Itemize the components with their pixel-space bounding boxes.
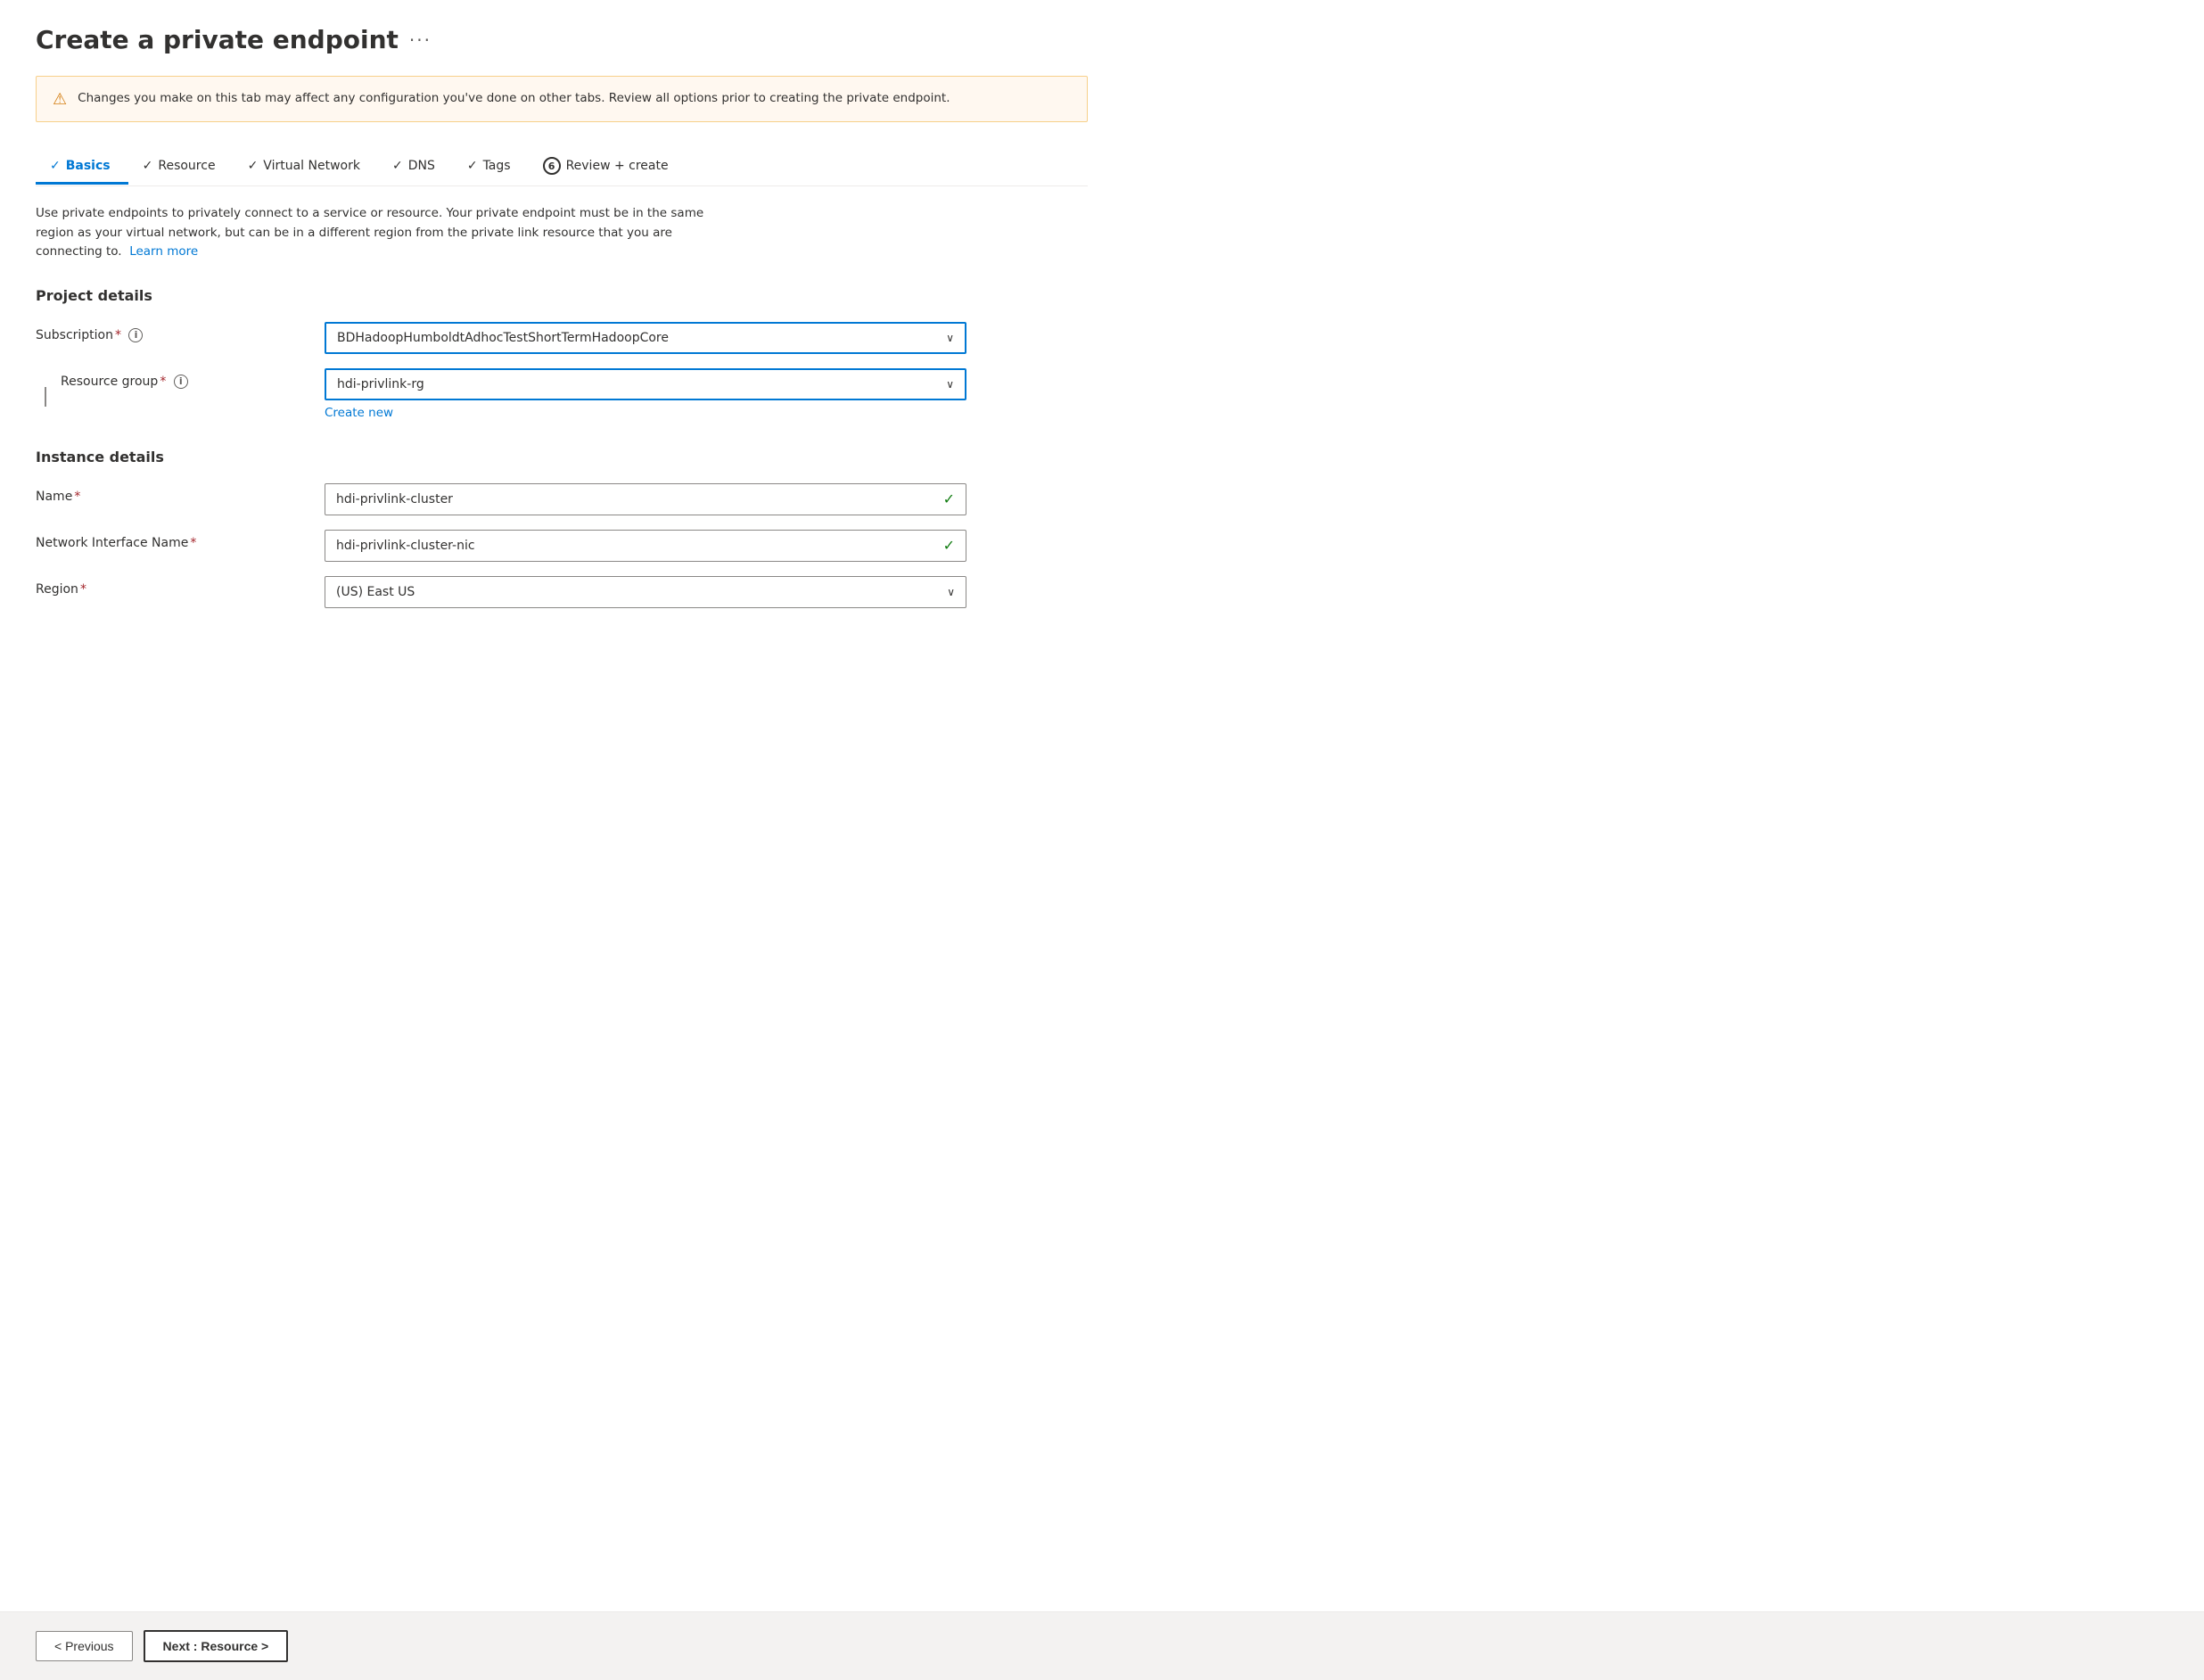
name-row: Name* hdi-privlink-cluster ✓	[36, 483, 1088, 515]
subscription-row: Subscription* i BDHadoopHumboldtAdhocTes…	[36, 322, 1088, 354]
subscription-input-col: BDHadoopHumboldtAdhocTestShortTermHadoop…	[325, 322, 966, 354]
subscription-dropdown-arrow: ∨	[946, 332, 954, 344]
resource-group-label-col: Resource group* i	[36, 368, 303, 407]
page-title: Create a private endpoint	[36, 25, 399, 54]
name-valid-icon: ✓	[943, 490, 955, 507]
tab-tags-label: Tags	[483, 159, 511, 173]
subscription-value: BDHadoopHumboldtAdhocTestShortTermHadoop…	[337, 331, 669, 345]
nic-valid-icon: ✓	[943, 537, 955, 554]
previous-button[interactable]: < Previous	[36, 1631, 133, 1661]
subscription-required: *	[115, 328, 121, 342]
ellipsis-menu-icon[interactable]: ···	[409, 29, 432, 51]
nic-name-row: Network Interface Name* hdi-privlink-clu…	[36, 530, 1088, 562]
tab-vnet-label: Virtual Network	[263, 159, 360, 173]
region-required: *	[80, 582, 86, 597]
project-details-header: Project details	[36, 287, 1088, 304]
resource-group-label: Resource group* i	[61, 375, 188, 389]
warning-text: Changes you make on this tab may affect …	[78, 89, 950, 107]
resource-group-dropdown[interactable]: hdi-privlink-rg ∨	[325, 368, 966, 400]
tab-review-create[interactable]: 6 Review + create	[529, 148, 687, 186]
nic-name-value: hdi-privlink-cluster-nic	[336, 539, 475, 553]
tab-basics-label: Basics	[66, 159, 111, 173]
tab-resource-label: Resource	[158, 159, 215, 173]
warning-icon: ⚠	[53, 90, 67, 109]
resource-group-input-col: hdi-privlink-rg ∨ Create new	[325, 368, 966, 420]
name-label: Name*	[36, 483, 303, 504]
region-label: Region*	[36, 576, 303, 597]
create-new-link[interactable]: Create new	[325, 406, 393, 420]
learn-more-link[interactable]: Learn more	[129, 244, 198, 259]
bottom-nav: < Previous Next : Resource >	[0, 1611, 2204, 1680]
tab-review-label: Review + create	[566, 159, 669, 173]
instance-details-section: Instance details Name* hdi-privlink-clus…	[36, 449, 1088, 608]
tab-dns-label: DNS	[408, 159, 435, 173]
warning-banner: ⚠ Changes you make on this tab may affec…	[36, 76, 1088, 122]
nic-name-input-col: hdi-privlink-cluster-nic ✓	[325, 530, 966, 562]
region-input-col: (US) East US ∨	[325, 576, 966, 608]
next-button[interactable]: Next : Resource >	[144, 1630, 289, 1662]
tab-virtual-network[interactable]: ✓ Virtual Network	[234, 150, 378, 185]
tab-vnet-check: ✓	[248, 159, 259, 173]
name-required: *	[74, 490, 80, 504]
tab-tags-check: ✓	[467, 159, 478, 173]
name-input[interactable]: hdi-privlink-cluster ✓	[325, 483, 966, 515]
tabs-row: ✓ Basics ✓ Resource ✓ Virtual Network ✓ …	[36, 147, 1088, 186]
region-value: (US) East US	[336, 585, 415, 599]
tab-dns[interactable]: ✓ DNS	[378, 150, 453, 185]
rg-dropdown-arrow: ∨	[946, 378, 954, 391]
nic-name-input[interactable]: hdi-privlink-cluster-nic ✓	[325, 530, 966, 562]
tab-review-circle: 6	[543, 157, 561, 175]
project-details-section: Project details Subscription* i BDHadoop…	[36, 287, 1088, 420]
region-dropdown[interactable]: (US) East US ∨	[325, 576, 966, 608]
name-input-col: hdi-privlink-cluster ✓	[325, 483, 966, 515]
tab-tags[interactable]: ✓ Tags	[453, 150, 529, 185]
tab-basics-check: ✓	[50, 159, 61, 173]
rg-required: *	[160, 375, 166, 389]
resource-group-value: hdi-privlink-rg	[337, 377, 424, 391]
region-row: Region* (US) East US ∨	[36, 576, 1088, 608]
rg-info-icon[interactable]: i	[174, 375, 188, 389]
nic-required: *	[190, 536, 196, 550]
tab-dns-check: ✓	[392, 159, 403, 173]
name-value: hdi-privlink-cluster	[336, 492, 453, 506]
subscription-dropdown[interactable]: BDHadoopHumboldtAdhocTestShortTermHadoop…	[325, 322, 966, 354]
subscription-label: Subscription* i	[36, 322, 303, 342]
resource-group-row: Resource group* i hdi-privlink-rg ∨ Crea…	[36, 368, 1088, 420]
tab-resource-check: ✓	[143, 159, 153, 173]
nic-name-label: Network Interface Name*	[36, 530, 303, 550]
tab-resource[interactable]: ✓ Resource	[128, 150, 234, 185]
tab-basics[interactable]: ✓ Basics	[36, 150, 128, 185]
region-dropdown-arrow: ∨	[947, 586, 955, 598]
description-text: Use private endpoints to privately conne…	[36, 204, 731, 262]
connector-line	[45, 387, 46, 407]
subscription-info-icon[interactable]: i	[128, 328, 143, 342]
instance-details-header: Instance details	[36, 449, 1088, 465]
